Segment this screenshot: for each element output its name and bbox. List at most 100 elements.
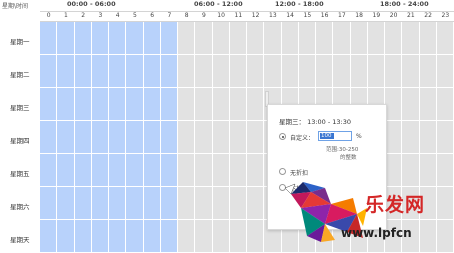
schedule-cell[interactable] xyxy=(57,22,75,55)
schedule-cell[interactable] xyxy=(229,220,247,253)
schedule-cell[interactable] xyxy=(126,88,144,121)
schedule-cell[interactable] xyxy=(195,88,213,121)
schedule-cell[interactable] xyxy=(436,22,454,55)
schedule-cell[interactable] xyxy=(126,154,144,187)
schedule-cell[interactable] xyxy=(212,88,230,121)
schedule-cell[interactable] xyxy=(91,187,109,220)
schedule-cell[interactable] xyxy=(436,88,454,121)
schedule-cell[interactable] xyxy=(419,22,437,55)
schedule-cell[interactable] xyxy=(402,55,420,88)
schedule-cell[interactable] xyxy=(333,22,351,55)
schedule-cell[interactable] xyxy=(57,154,75,187)
schedule-cell[interactable] xyxy=(350,22,368,55)
schedule-cell[interactable] xyxy=(212,220,230,253)
schedule-cell[interactable] xyxy=(247,121,265,154)
schedule-cell[interactable] xyxy=(74,22,92,55)
schedule-cell[interactable] xyxy=(57,220,75,253)
schedule-cell[interactable] xyxy=(74,121,92,154)
schedule-cell[interactable] xyxy=(126,187,144,220)
schedule-cell[interactable] xyxy=(333,55,351,88)
schedule-cell[interactable] xyxy=(385,22,403,55)
schedule-cell[interactable] xyxy=(195,220,213,253)
schedule-cell[interactable] xyxy=(385,55,403,88)
schedule-cell[interactable] xyxy=(143,154,161,187)
schedule-cell[interactable] xyxy=(212,187,230,220)
schedule-cell[interactable] xyxy=(229,22,247,55)
schedule-cell[interactable] xyxy=(195,22,213,55)
schedule-cell[interactable] xyxy=(109,121,127,154)
schedule-cell[interactable] xyxy=(212,55,230,88)
schedule-cell[interactable] xyxy=(74,154,92,187)
schedule-cell[interactable] xyxy=(229,154,247,187)
schedule-cell[interactable] xyxy=(57,88,75,121)
schedule-cell[interactable] xyxy=(316,55,334,88)
schedule-cell[interactable] xyxy=(160,220,178,253)
schedule-cell[interactable] xyxy=(109,55,127,88)
schedule-cell[interactable] xyxy=(143,55,161,88)
schedule-cell[interactable] xyxy=(212,22,230,55)
schedule-cell[interactable] xyxy=(40,55,58,88)
schedule-cell[interactable] xyxy=(91,88,109,121)
schedule-cell[interactable] xyxy=(178,88,196,121)
schedule-cell[interactable] xyxy=(91,220,109,253)
schedule-cell[interactable] xyxy=(143,22,161,55)
schedule-cell[interactable] xyxy=(178,154,196,187)
schedule-cell[interactable] xyxy=(178,121,196,154)
schedule-cell[interactable] xyxy=(195,55,213,88)
schedule-cell[interactable] xyxy=(402,22,420,55)
schedule-cell[interactable] xyxy=(40,121,58,154)
schedule-cell[interactable] xyxy=(419,121,437,154)
schedule-cell[interactable] xyxy=(126,55,144,88)
schedule-cell[interactable] xyxy=(247,55,265,88)
schedule-cell[interactable] xyxy=(40,88,58,121)
schedule-cell[interactable] xyxy=(109,88,127,121)
schedule-cell[interactable] xyxy=(229,121,247,154)
schedule-cell[interactable] xyxy=(316,22,334,55)
schedule-cell[interactable] xyxy=(40,154,58,187)
schedule-cell[interactable] xyxy=(247,154,265,187)
schedule-cell[interactable] xyxy=(160,22,178,55)
schedule-cell[interactable] xyxy=(436,121,454,154)
schedule-cell[interactable] xyxy=(74,88,92,121)
schedule-cell[interactable] xyxy=(160,88,178,121)
schedule-cell[interactable] xyxy=(143,187,161,220)
schedule-cell[interactable] xyxy=(212,154,230,187)
schedule-cell[interactable] xyxy=(160,187,178,220)
schedule-cell[interactable] xyxy=(57,187,75,220)
schedule-cell[interactable] xyxy=(229,55,247,88)
schedule-cell[interactable] xyxy=(109,187,127,220)
schedule-cell[interactable] xyxy=(212,121,230,154)
schedule-cell[interactable] xyxy=(195,121,213,154)
schedule-cell[interactable] xyxy=(178,187,196,220)
schedule-cell[interactable] xyxy=(91,121,109,154)
schedule-cell[interactable] xyxy=(91,55,109,88)
schedule-cell[interactable] xyxy=(74,55,92,88)
schedule-cell[interactable] xyxy=(298,55,316,88)
schedule-cell[interactable] xyxy=(367,22,385,55)
schedule-cell[interactable] xyxy=(385,121,403,154)
schedule-cell[interactable] xyxy=(143,220,161,253)
schedule-cell[interactable] xyxy=(436,55,454,88)
schedule-cell[interactable] xyxy=(367,55,385,88)
schedule-cell[interactable] xyxy=(178,22,196,55)
schedule-cell[interactable] xyxy=(402,88,420,121)
schedule-cell[interactable] xyxy=(419,55,437,88)
schedule-cell[interactable] xyxy=(281,22,299,55)
schedule-cell[interactable] xyxy=(247,22,265,55)
schedule-cell[interactable] xyxy=(57,55,75,88)
schedule-cell[interactable] xyxy=(385,88,403,121)
schedule-cell[interactable] xyxy=(350,55,368,88)
schedule-cell[interactable] xyxy=(57,121,75,154)
schedule-cell[interactable] xyxy=(91,154,109,187)
schedule-cell[interactable] xyxy=(74,187,92,220)
schedule-cell[interactable] xyxy=(126,121,144,154)
schedule-cell[interactable] xyxy=(419,88,437,121)
schedule-cell[interactable] xyxy=(298,22,316,55)
schedule-cell[interactable] xyxy=(109,22,127,55)
schedule-cell[interactable] xyxy=(160,121,178,154)
schedule-cell[interactable] xyxy=(40,187,58,220)
schedule-cell[interactable] xyxy=(247,88,265,121)
schedule-cell[interactable] xyxy=(178,220,196,253)
schedule-cell[interactable] xyxy=(195,187,213,220)
schedule-cell[interactable] xyxy=(109,220,127,253)
